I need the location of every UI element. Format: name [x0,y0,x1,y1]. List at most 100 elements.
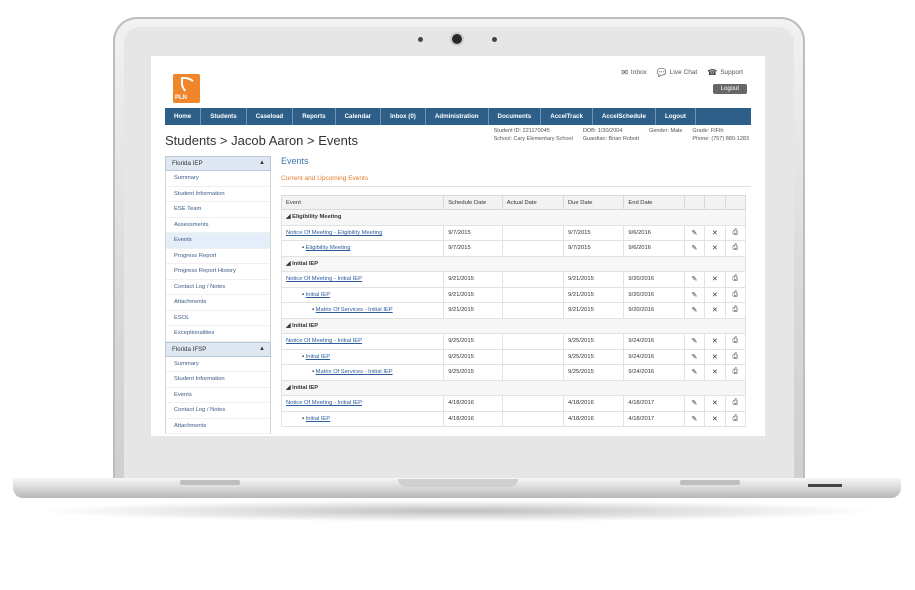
table-row: ▪ Initial IEP 9/21/2015 9/21/2015 9/20/2016… [280,286,747,303]
sidebar-section-florida-iep[interactable]: Florida IEP ▲ [165,156,271,171]
event-group-row[interactable]: ◢ Eligibility Meeting [281,209,746,226]
print-icon[interactable]: ⎙ [724,240,747,257]
sidebar-section-florida-ifsp[interactable]: Florida IFSP ▲ [165,341,271,357]
chat-icon: 💬 [656,68,667,77]
col-actual-date[interactable]: Actual Date [501,195,565,210]
event-link[interactable]: Notice Of Meeting - Eligibility Meeting [286,230,382,236]
page-title: Students > Jacob Aaron > Events [165,133,358,148]
delete-icon[interactable]: ✕ [704,333,726,350]
due-date-cell: 9/21/2015 [562,302,625,319]
event-link[interactable]: Eligibility Meeting [306,245,351,251]
edit-icon[interactable]: ✎ [683,240,706,257]
due-date-cell: 4/18/2016 [562,395,625,412]
edit-icon[interactable]: ✎ [683,333,706,350]
sidebar-item-contact-log[interactable]: Contact Log / Notes [166,403,270,419]
print-icon[interactable]: ⎙ [724,364,747,381]
sidebar-list-ifsp: Summary Student Information Events Conta… [165,356,271,434]
print-icon[interactable]: ⎙ [724,333,747,350]
sidebar-item-summary[interactable]: Summary [166,171,270,187]
nav-logout[interactable]: Logout [656,108,696,125]
delete-icon[interactable]: ✕ [704,410,726,427]
print-icon[interactable]: ⎙ [724,395,747,412]
logout-button[interactable]: Logout [712,84,747,94]
col-end-date[interactable]: End Date [623,195,685,210]
sidebar-item-contact-log[interactable]: Contact Log / Notes [166,280,270,295]
sidebar-item-progress-report-history[interactable]: Progress Report History [166,264,270,280]
table-row: Notice Of Meeting - Initial IEP 9/21/2015… [280,271,747,288]
nav-documents[interactable]: Documents [489,108,542,125]
nav-administration[interactable]: Administration [426,108,489,125]
laptop-foot-left [180,480,240,485]
event-cell: ▪ Initial IEP [280,348,445,365]
print-icon[interactable]: ⎙ [724,286,747,303]
due-date-cell: 9/25/2015 [562,364,625,381]
sidebar-item-progress-report[interactable]: Progress Report [166,249,270,264]
print-icon[interactable]: ⎙ [724,348,747,365]
nav-home[interactable]: Home [165,108,202,125]
event-link[interactable]: Initial IEP [306,292,331,298]
event-link[interactable]: Notice Of Meeting - Initial IEP [286,338,362,344]
edit-icon[interactable]: ✎ [683,410,706,427]
event-link[interactable]: Notice Of Meeting - Initial IEP [286,276,362,282]
col-schedule-date[interactable]: Schedule Date [443,195,503,210]
edit-icon[interactable]: ✎ [683,348,706,365]
sidebar-item-student-information[interactable]: Student Information [166,187,270,202]
delete-icon[interactable]: ✕ [704,240,726,257]
event-link[interactable]: Initial IEP [306,354,331,360]
nav-accelschedule[interactable]: AccelSchedule [593,108,656,125]
end-date-cell: 9/24/2016 [623,348,685,365]
live-chat-link[interactable]: 💬 Live Chat [657,68,697,77]
delete-icon[interactable]: ✕ [704,271,726,288]
nav-reports[interactable]: Reports [293,108,336,125]
table-row: ▪ Matrix Of Services - Initial IEP 9/25/2… [280,364,747,381]
sidebar-section-label: Florida IEP [172,160,203,167]
print-icon[interactable]: ⎙ [724,302,747,319]
sidebar-item-attachments[interactable]: Attachments [166,295,270,311]
sidebar-item-summary[interactable]: Summary [166,357,270,372]
edit-icon[interactable]: ✎ [683,271,706,288]
phone-icon: ☎ [707,68,718,77]
print-icon[interactable]: ⎙ [724,224,747,241]
laptop-base-notch [398,479,518,487]
sidebar-item-events[interactable]: Events [166,388,270,403]
event-group-row[interactable]: ◢ Initial IEP [281,379,746,396]
support-link[interactable]: ☎ Support [707,68,743,77]
event-link[interactable]: Matrix Of Services - Initial IEP [316,369,393,375]
nav-caseload[interactable]: Caseload [247,108,294,125]
sidebar-item-exceptionalities[interactable]: Exceptionalities [166,326,270,342]
edit-icon[interactable]: ✎ [683,224,706,241]
delete-icon[interactable]: ✕ [704,224,726,241]
event-group-row[interactable]: ◢ Initial IEP [281,317,746,334]
sidebar-item-student-information[interactable]: Student Information [166,372,270,388]
sidebar-item-ese-team[interactable]: ESE Team [166,202,270,218]
inbox-link[interactable]: ✉ Inbox [621,68,647,77]
event-group-row[interactable]: ◢ Initial IEP [281,255,746,272]
nav-inbox[interactable]: Inbox (0) [381,108,426,125]
delete-icon[interactable]: ✕ [704,286,726,303]
sidebar-item-events[interactable]: Events [166,233,270,249]
event-link[interactable]: Matrix Of Services - Initial IEP [316,307,393,313]
delete-icon[interactable]: ✕ [704,364,726,381]
edit-icon[interactable]: ✎ [683,286,706,303]
nav-students[interactable]: Students [201,108,247,125]
event-link[interactable]: Notice Of Meeting - Initial IEP [286,400,362,406]
laptop-port [808,484,842,487]
delete-icon[interactable]: ✕ [704,395,726,412]
print-icon[interactable]: ⎙ [724,410,747,427]
sidebar-item-assessments[interactable]: Assessments [166,218,270,233]
col-due-date[interactable]: Due Date [562,195,625,210]
delete-icon[interactable]: ✕ [704,302,726,319]
event-link[interactable]: Initial IEP [306,416,331,422]
print-icon[interactable]: ⎙ [724,271,747,288]
edit-icon[interactable]: ✎ [683,395,706,412]
sidebar-item-attachments[interactable]: Attachments [166,419,270,434]
actual-date-cell [501,224,565,241]
edit-icon[interactable]: ✎ [683,364,706,381]
sidebar-item-esol[interactable]: ESOL [166,311,270,326]
nav-calendar[interactable]: Calendar [336,108,382,125]
nav-acceltrack[interactable]: AccelTrack [541,108,593,125]
pln-logo[interactable]: PLN [173,74,200,103]
col-event[interactable]: Event [280,195,445,210]
edit-icon[interactable]: ✎ [683,302,706,319]
delete-icon[interactable]: ✕ [704,348,726,365]
